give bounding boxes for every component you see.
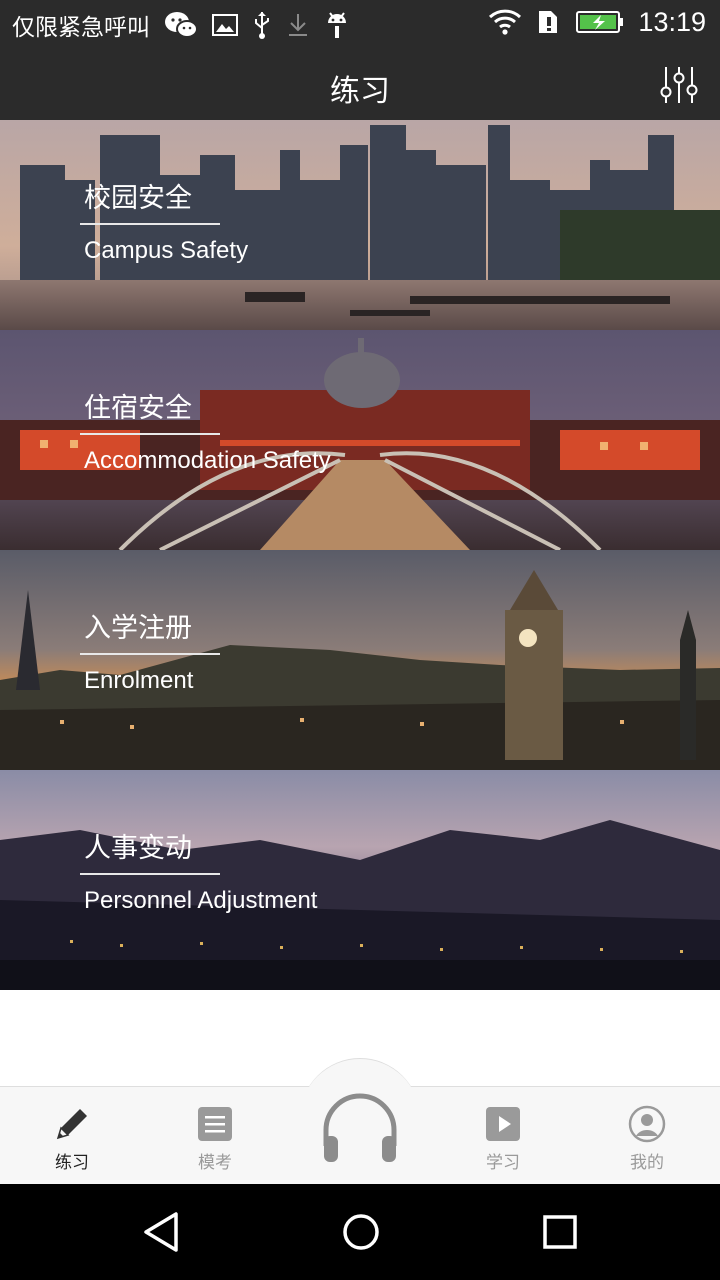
filter-button[interactable] bbox=[658, 64, 700, 106]
system-nav-bar bbox=[0, 1184, 720, 1280]
usb-icon bbox=[252, 9, 272, 41]
back-button[interactable] bbox=[138, 1208, 186, 1256]
category-card-personnel-adjustment[interactable]: 人事变动 Personnel Adjustment bbox=[0, 770, 720, 990]
home-button[interactable] bbox=[337, 1208, 385, 1256]
card-subtitle: Accommodation Safety bbox=[84, 447, 331, 474]
android-icon bbox=[324, 9, 350, 41]
nav-label: 练习 bbox=[55, 1153, 89, 1173]
title-bar: 练习 bbox=[0, 50, 720, 120]
card-title: 校园安全 bbox=[84, 183, 192, 214]
card-text: 住宿安全 Accommodation Safety bbox=[80, 386, 335, 475]
card-title: 入学注册 bbox=[84, 613, 192, 644]
pencil-icon bbox=[22, 1104, 122, 1144]
status-right: 13:19 bbox=[488, 6, 706, 38]
sim-alert-icon bbox=[536, 6, 562, 38]
recents-button[interactable] bbox=[536, 1208, 584, 1256]
category-card-accommodation-safety[interactable]: 住宿安全 Accommodation Safety bbox=[0, 330, 720, 550]
home-circle-icon bbox=[343, 1214, 379, 1250]
wechat-icon bbox=[164, 9, 198, 41]
user-icon bbox=[597, 1104, 697, 1144]
headphones-icon bbox=[323, 1093, 397, 1162]
play-icon bbox=[453, 1104, 553, 1144]
image-icon bbox=[212, 9, 238, 41]
clock: 13:19 bbox=[638, 6, 706, 37]
nav-study[interactable]: 学习 bbox=[453, 1104, 553, 1173]
carrier-text: 仅限紧急呼叫 bbox=[12, 15, 150, 41]
back-triangle-icon bbox=[144, 1212, 178, 1252]
audio-button[interactable] bbox=[316, 1086, 404, 1174]
nav-label: 模考 bbox=[198, 1153, 232, 1173]
category-card-enrolment[interactable]: 入学注册 Enrolment bbox=[0, 550, 720, 770]
wifi-icon bbox=[488, 6, 522, 38]
list-icon bbox=[165, 1104, 265, 1144]
card-title: 住宿安全 bbox=[84, 393, 192, 424]
nav-profile[interactable]: 我的 bbox=[597, 1104, 697, 1173]
card-subtitle: Personnel Adjustment bbox=[84, 887, 318, 914]
nav-practice[interactable]: 练习 bbox=[22, 1104, 122, 1173]
card-title: 人事变动 bbox=[84, 833, 192, 864]
card-text: 人事变动 Personnel Adjustment bbox=[80, 826, 321, 915]
sliders-icon bbox=[660, 67, 698, 103]
nav-label: 我的 bbox=[630, 1153, 664, 1173]
page-title: 练习 bbox=[330, 74, 390, 109]
card-text: 校园安全 Campus Safety bbox=[80, 176, 252, 265]
nav-label: 学习 bbox=[486, 1153, 520, 1173]
nav-mock-exam[interactable]: 模考 bbox=[165, 1104, 265, 1173]
card-text: 入学注册 Enrolment bbox=[80, 606, 220, 695]
status-left: 仅限紧急呼叫 bbox=[12, 8, 350, 42]
card-subtitle: Campus Safety bbox=[84, 237, 249, 264]
status-bar: 仅限紧急呼叫 13:19 bbox=[0, 0, 720, 50]
battery-charging-icon bbox=[576, 6, 624, 38]
recents-square-icon bbox=[543, 1215, 577, 1249]
category-card-campus-safety[interactable]: 校园安全 Campus Safety bbox=[0, 120, 720, 340]
download-icon bbox=[286, 9, 310, 41]
card-subtitle: Enrolment bbox=[84, 667, 194, 694]
